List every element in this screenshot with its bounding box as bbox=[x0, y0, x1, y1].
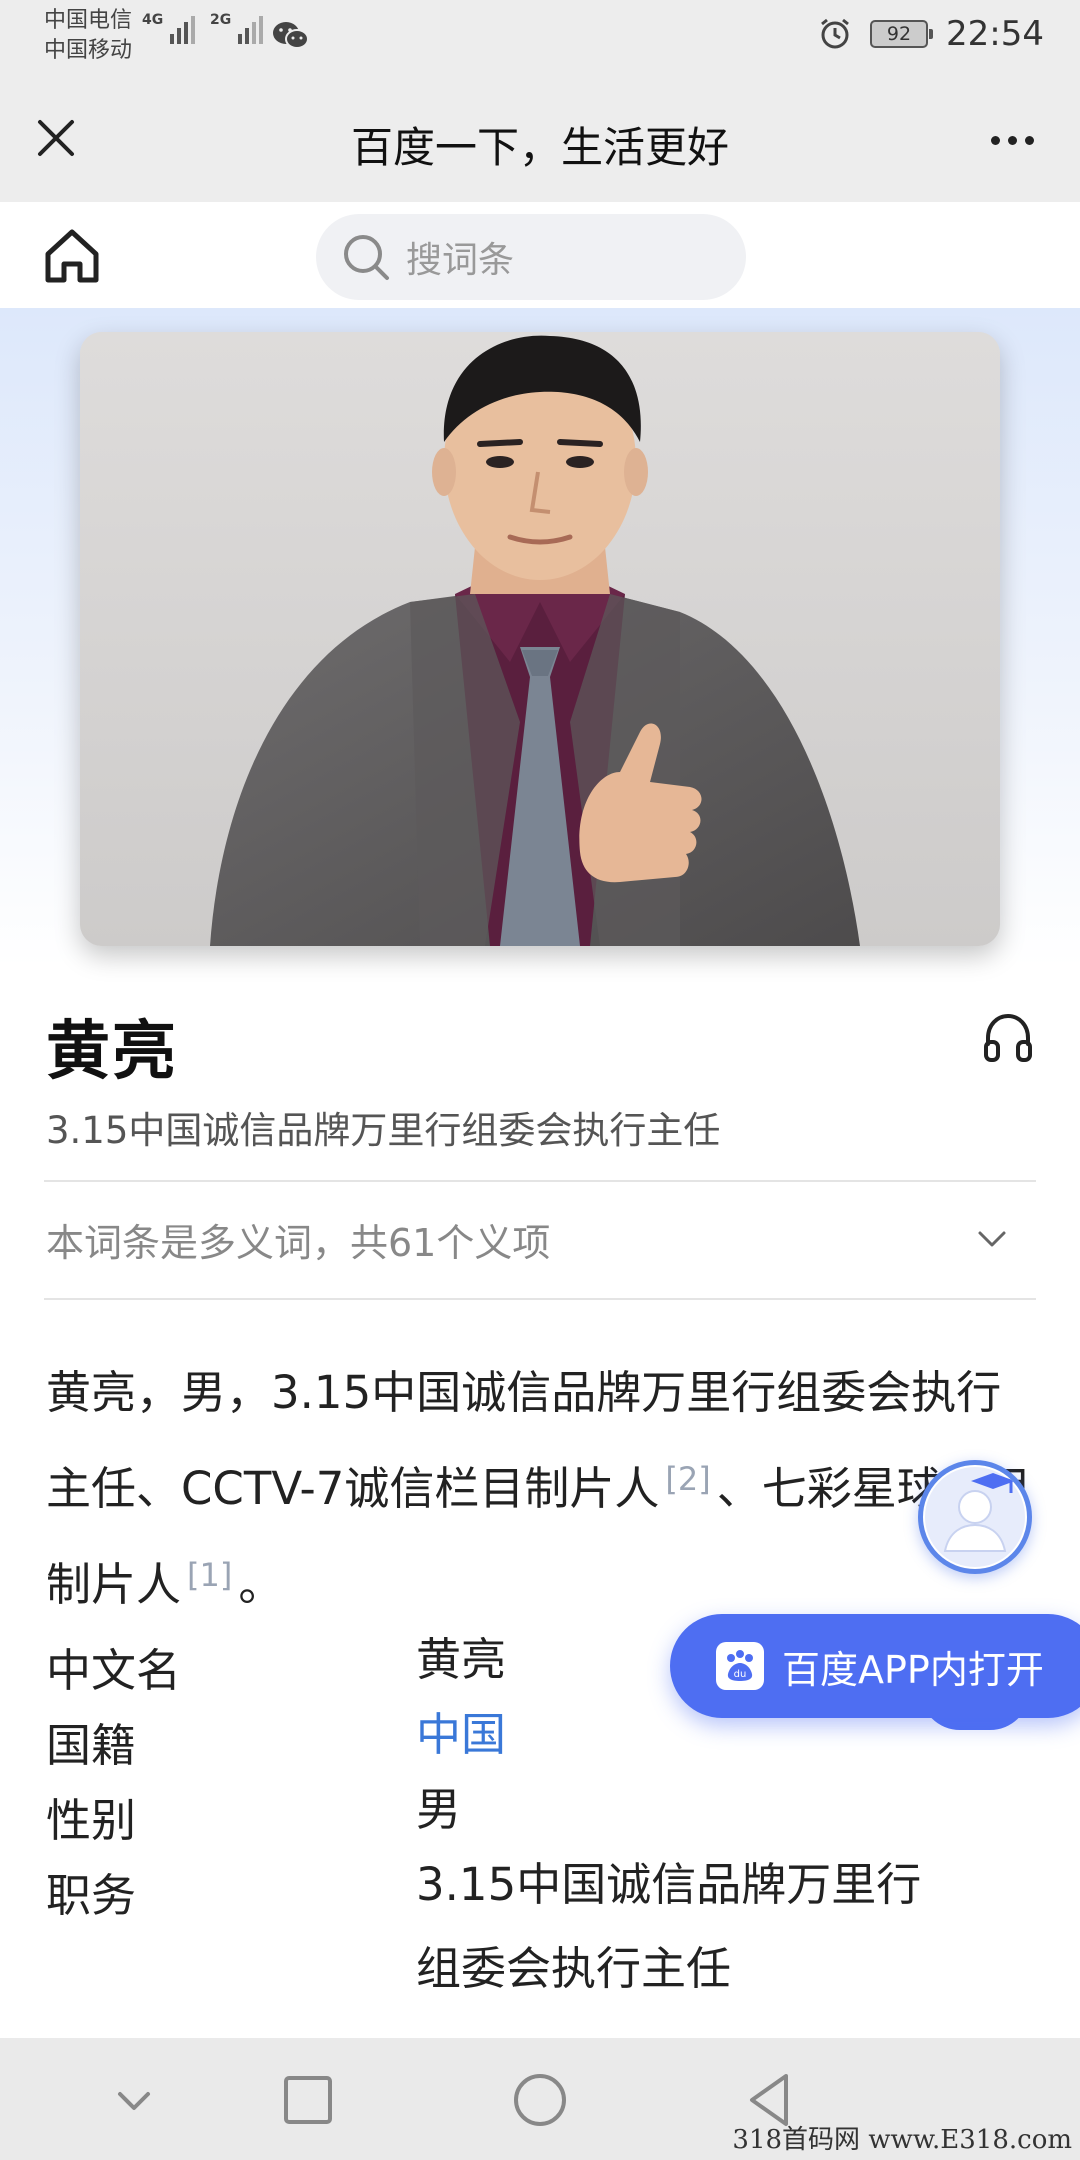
entry-title: 黄亮 bbox=[46, 1015, 178, 1089]
entry-photo[interactable] bbox=[80, 332, 1000, 946]
signal-4g-icon: 4G bbox=[142, 12, 195, 44]
nav-hide-keyboard-icon[interactable] bbox=[102, 2068, 166, 2132]
wechat-icon bbox=[273, 22, 309, 49]
system-nav-bar: 318首码网 www.E318.com bbox=[0, 2038, 1080, 2160]
signal-2g-icon: 2G bbox=[210, 12, 263, 44]
app-icon-text: du bbox=[734, 1669, 747, 1680]
info-row-position: 职务 3.15中国诚信品牌万里行组委会执行主任 bbox=[46, 1855, 1036, 2025]
open-app-label: 百度APP内打开 bbox=[782, 1647, 1044, 1692]
webview-header: 百度一下，生活更好 bbox=[0, 76, 1080, 202]
clock: 22:54 bbox=[946, 14, 1044, 54]
summary-end: 。 bbox=[238, 1558, 284, 1611]
headphone-icon[interactable] bbox=[980, 1010, 1036, 1066]
info-key: 职务 bbox=[46, 1869, 137, 1922]
info-value: 3.15中国诚信品牌万里行组委会执行主任 bbox=[416, 1858, 922, 1995]
watermark: 318首码网 www.E318.com bbox=[732, 2125, 1072, 2155]
info-key: 中文名 bbox=[46, 1644, 182, 1697]
carrier-1: 中国电信 bbox=[44, 8, 133, 33]
carrier-names: 中国电信 中国移动 bbox=[44, 6, 132, 66]
nav-recents-icon[interactable] bbox=[276, 2068, 340, 2132]
status-bar: 中国电信 中国移动 4G 2G 92 22:54 bbox=[0, 0, 1080, 76]
alarm-icon bbox=[821, 18, 849, 49]
baidu-paw-icon: du bbox=[716, 1642, 764, 1690]
polysemy-dropdown[interactable]: 本词条是多义词，共61个义项 bbox=[44, 1182, 1036, 1296]
open-in-baidu-app-button[interactable]: du 百度APP内打开 bbox=[670, 1614, 1080, 1718]
nav-home-icon[interactable] bbox=[508, 2068, 572, 2132]
divider-bottom bbox=[44, 1298, 1036, 1300]
person-photo-image bbox=[80, 332, 1000, 946]
page-title: 百度一下，生活更好 bbox=[350, 123, 729, 172]
search-placeholder: 搜词条 bbox=[406, 240, 515, 281]
chevron-down-icon bbox=[978, 1231, 1006, 1247]
more-icon bbox=[990, 135, 1000, 145]
info-value: 男 bbox=[416, 1783, 462, 1836]
search-icon bbox=[344, 235, 389, 280]
battery-level: 92 bbox=[886, 23, 912, 45]
more-button[interactable] bbox=[982, 120, 1042, 160]
home-icon[interactable] bbox=[40, 226, 104, 286]
entry-summary: 黄亮，男，3.15中国诚信品牌万里行组委会执行主任、CCTV-7诚信栏目制片人[… bbox=[46, 1350, 1036, 1628]
search-input[interactable]: 搜词条 bbox=[316, 214, 746, 300]
info-key: 性别 bbox=[46, 1794, 137, 1847]
reference-link-2[interactable]: [2] bbox=[665, 1460, 710, 1498]
search-bar-row: 搜词条 bbox=[0, 202, 1080, 308]
polysemy-note: 本词条是多义词，共61个义项 bbox=[46, 1220, 551, 1265]
entry-subtitle: 3.15中国诚信品牌万里行组委会执行主任 bbox=[46, 1109, 721, 1152]
reference-link-1[interactable]: [1] bbox=[187, 1556, 232, 1594]
carrier-2: 中国移动 bbox=[44, 38, 133, 63]
assistant-avatar-button[interactable] bbox=[918, 1460, 1032, 1574]
user-avatar-icon bbox=[925, 1467, 1025, 1567]
battery-indicator: 92 bbox=[870, 20, 934, 48]
info-key: 国籍 bbox=[46, 1719, 137, 1772]
